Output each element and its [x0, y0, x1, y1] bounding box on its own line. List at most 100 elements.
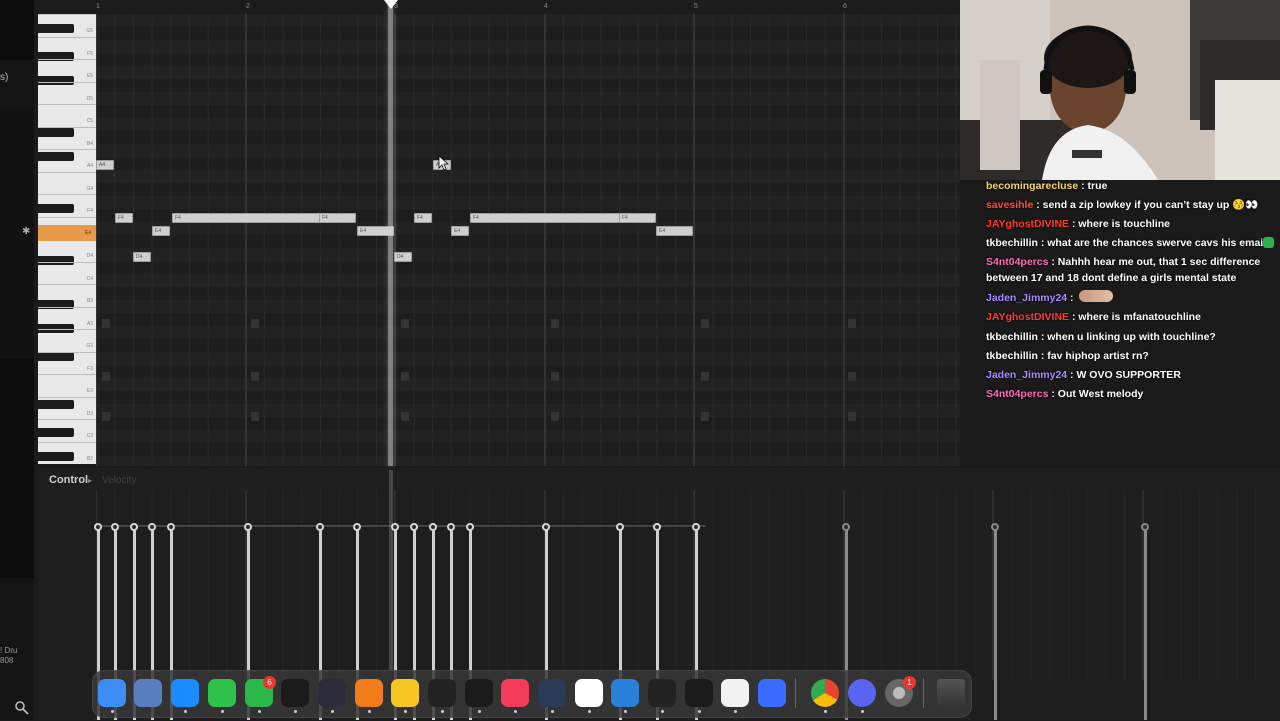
playhead[interactable]: [388, 0, 393, 466]
ghost-note: [251, 372, 259, 381]
messages-icon[interactable]: [208, 679, 236, 707]
midi-note[interactable]: E4: [656, 226, 693, 236]
safari-icon[interactable]: [171, 679, 199, 707]
chrome-icon[interactable]: [811, 679, 839, 707]
ghost-note: [848, 319, 856, 328]
velocity-handle[interactable]: [130, 523, 138, 531]
midi-note[interactable]: E4: [451, 226, 469, 236]
davinci-icon[interactable]: [538, 679, 566, 707]
discord-icon[interactable]: [848, 679, 876, 707]
black-key[interactable]: [38, 352, 74, 361]
capcut-alt-icon[interactable]: [685, 679, 713, 707]
running-indicator: [861, 710, 864, 713]
capcut-icon[interactable]: [428, 679, 456, 707]
white-key-divider: [38, 171, 96, 173]
velocity-handle[interactable]: [692, 523, 700, 531]
chevron-right-icon[interactable]: ▸: [88, 476, 92, 485]
notification-badge: 6: [263, 676, 276, 689]
playhead-marker[interactable]: [384, 0, 398, 9]
black-key[interactable]: [38, 428, 74, 437]
chat-message: Jaden_Jimmy24 : W OVO SUPPORTER: [986, 367, 1276, 383]
trash-icon[interactable]: [937, 679, 965, 707]
velocity-handle[interactable]: [316, 523, 324, 531]
velocity-handle[interactable]: [410, 523, 418, 531]
velocity-bar[interactable]: [1144, 528, 1147, 720]
running-indicator: [331, 710, 334, 713]
velocity-handle[interactable]: [1141, 523, 1149, 531]
midi-note[interactable]: F4: [619, 213, 656, 223]
velocity-handle[interactable]: [148, 523, 156, 531]
velocity-handle[interactable]: [842, 523, 850, 531]
chat-text: : fav hiphop artist rn?: [1037, 350, 1149, 362]
finder-icon[interactable]: [98, 679, 126, 707]
velocity-handle[interactable]: [94, 523, 102, 531]
midi-note[interactable]: F4: [470, 213, 620, 223]
black-key[interactable]: [38, 300, 74, 309]
key-label: F4: [87, 208, 93, 214]
velocity-handle[interactable]: [111, 523, 119, 531]
chat-text: : where is mfanatouchline: [1069, 311, 1201, 323]
control-target-label[interactable]: Velocity: [102, 475, 136, 486]
kontakt-icon[interactable]: [281, 679, 309, 707]
running-indicator: [824, 710, 827, 713]
control-dropdown[interactable]: Control: [49, 474, 88, 486]
github-icon[interactable]: [575, 679, 603, 707]
velocity-handle[interactable]: [653, 523, 661, 531]
black-key[interactable]: [38, 452, 74, 461]
running-indicator: [258, 710, 261, 713]
running-indicator: [294, 710, 297, 713]
black-key[interactable]: [38, 152, 74, 161]
chat-username: S4nt04percs: [986, 256, 1049, 268]
midi-note[interactable]: D4: [394, 252, 412, 262]
black-key[interactable]: [38, 76, 74, 85]
roblox-icon[interactable]: [758, 679, 786, 707]
notion-icon[interactable]: [721, 679, 749, 707]
black-key[interactable]: [38, 24, 74, 33]
ghost-note: [848, 372, 856, 381]
midi-note[interactable]: D4: [133, 252, 151, 262]
chat-username: becomingarecluse: [986, 180, 1079, 192]
timeline-ruler[interactable]: 1 2 3 4 5 6: [38, 0, 960, 14]
ghost-note: [102, 319, 110, 328]
black-key[interactable]: [38, 204, 74, 213]
midi-note[interactable]: A4: [96, 160, 114, 170]
velocity-handle[interactable]: [391, 523, 399, 531]
running-indicator: [698, 710, 701, 713]
vscode-icon[interactable]: [611, 679, 639, 707]
search-icon[interactable]: [14, 700, 30, 716]
midi-note-label: D4: [397, 254, 404, 260]
chat-text: : send a zip lowkey if you can’t stay up…: [1033, 199, 1259, 211]
key-label: B3: [86, 298, 93, 304]
ghost-note: [848, 412, 856, 421]
velocity-handle[interactable]: [466, 523, 474, 531]
white-key-divider: [38, 14, 96, 15]
music-icon[interactable]: [501, 679, 529, 707]
midi-note[interactable]: F4: [172, 213, 322, 223]
chat-text: : what are the chances swerve cavs his e…: [1037, 237, 1272, 249]
midi-note[interactable]: F4: [414, 213, 432, 223]
midi-note[interactable]: F4: [115, 213, 133, 223]
velocity-handle[interactable]: [616, 523, 624, 531]
chat-text: :: [1067, 292, 1074, 304]
black-key[interactable]: [38, 256, 74, 265]
files-icon[interactable]: [134, 679, 162, 707]
velocity-handle[interactable]: [167, 523, 175, 531]
velocity-handle[interactable]: [353, 523, 361, 531]
chat-username: tkbechillin: [986, 331, 1038, 343]
midi-note[interactable]: E4: [152, 226, 170, 236]
velocity-bar[interactable]: [994, 528, 997, 720]
velocity-handle[interactable]: [447, 523, 455, 531]
velocity-handle[interactable]: [991, 523, 999, 531]
velocity-handle[interactable]: [244, 523, 252, 531]
velocity-handle[interactable]: [429, 523, 437, 531]
obs-icon[interactable]: [318, 679, 346, 707]
chatgpt-icon[interactable]: [648, 679, 676, 707]
piano-roll-grid[interactable]: A4F4E4D4F4F4E4A4F4E4D4F4F4E4: [96, 14, 960, 466]
black-key[interactable]: [38, 400, 74, 409]
fl-studio-icon[interactable]: [355, 679, 383, 707]
black-key[interactable]: [38, 128, 74, 137]
tradingview-icon[interactable]: [465, 679, 493, 707]
notes-icon[interactable]: [391, 679, 419, 707]
velocity-handle[interactable]: [542, 523, 550, 531]
midi-note[interactable]: F4: [319, 213, 356, 223]
